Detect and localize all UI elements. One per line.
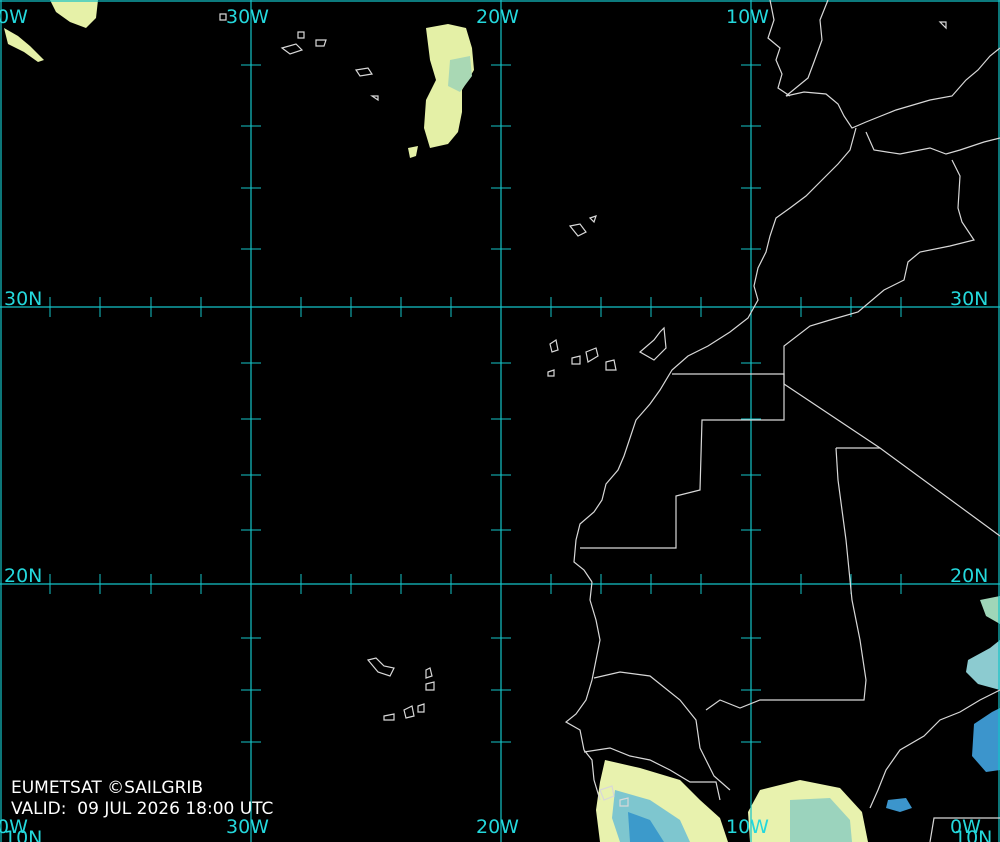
satellite-map: 0W 30W 20W 10W 30N 20N 30N 20N 0W 30W 20…: [0, 0, 1000, 842]
capeverde-3: [425, 681, 435, 691]
azores-1: [280, 43, 304, 55]
bijagos: [599, 21, 947, 807]
lon-bottom-label-10w: 10W: [726, 816, 769, 838]
cloud-azores-speck: [408, 146, 418, 158]
map-canvas: 0W 30W 20W 10W 30N 20N 30N 20N 0W 30W 20…: [0, 0, 1000, 842]
mali-border: [705, 447, 880, 711]
valid-time-line: VALID: 09 JUL 2026 18:00 UTC: [11, 799, 273, 819]
credit-text: EUMETSAT ©SAILGRIB: [11, 778, 204, 798]
canary-3: [585, 347, 599, 363]
azores-2: [315, 39, 327, 47]
lat-left-label-30n: 30N: [4, 288, 42, 310]
cloud-north-top: [50, 0, 98, 28]
capeverde-1: [366, 657, 395, 677]
lon-top-label-30w: 30W: [226, 6, 269, 28]
capeverde-6: [417, 703, 425, 713]
madeira: [568, 215, 597, 237]
valid-time: 09 JUL 2026 18:00 UTC: [77, 799, 274, 819]
wsahara-border-1: [580, 373, 785, 549]
portugal-north: [767, 0, 791, 97]
lon-bottom-label-20w: 20W: [476, 816, 519, 838]
iberia-coast: [785, 0, 1000, 129]
lat-right-label-20n: 20N: [950, 565, 988, 587]
morocco-coast: [573, 127, 857, 583]
cloud-azores-core: [448, 56, 472, 92]
lon-bottom-label-30w: 30W: [226, 816, 269, 838]
corner-label-10n-right: 10N: [954, 827, 992, 842]
corner-label-10n-left: 10N: [4, 827, 42, 842]
cloud-east-3: [886, 798, 912, 812]
mauritania-border: [783, 383, 1000, 537]
coastlines: [219, 0, 1000, 842]
lon-top-label-20w: 20W: [476, 6, 519, 28]
canary-1: [549, 339, 559, 353]
canary-5: [638, 326, 667, 361]
algeria-border: [783, 159, 975, 384]
cloud-east-2: [972, 708, 1000, 772]
lon-top-label-10w: 10W: [726, 6, 769, 28]
mediterranean-coast: [865, 131, 1000, 155]
canary-4: [605, 359, 617, 371]
senegal-coast: [564, 581, 601, 801]
capeverde-4: [383, 713, 395, 721]
lat-right-label-30n: 30N: [950, 288, 988, 310]
azores-3: [354, 67, 374, 77]
graticule-ticks: [49, 64, 902, 743]
canary-6: [547, 369, 555, 377]
cloud-east-1: [966, 640, 1000, 690]
canary-2: [571, 355, 581, 365]
lat-left-label-20n: 20N: [4, 565, 42, 587]
cloud-east-4: [980, 596, 1000, 624]
lon-top-label-0: 0W: [0, 6, 28, 28]
cloud-north-left: [4, 28, 44, 62]
capeverde-2: [425, 667, 433, 679]
capeverde-5: [403, 705, 415, 719]
valid-label: VALID:: [11, 799, 67, 819]
